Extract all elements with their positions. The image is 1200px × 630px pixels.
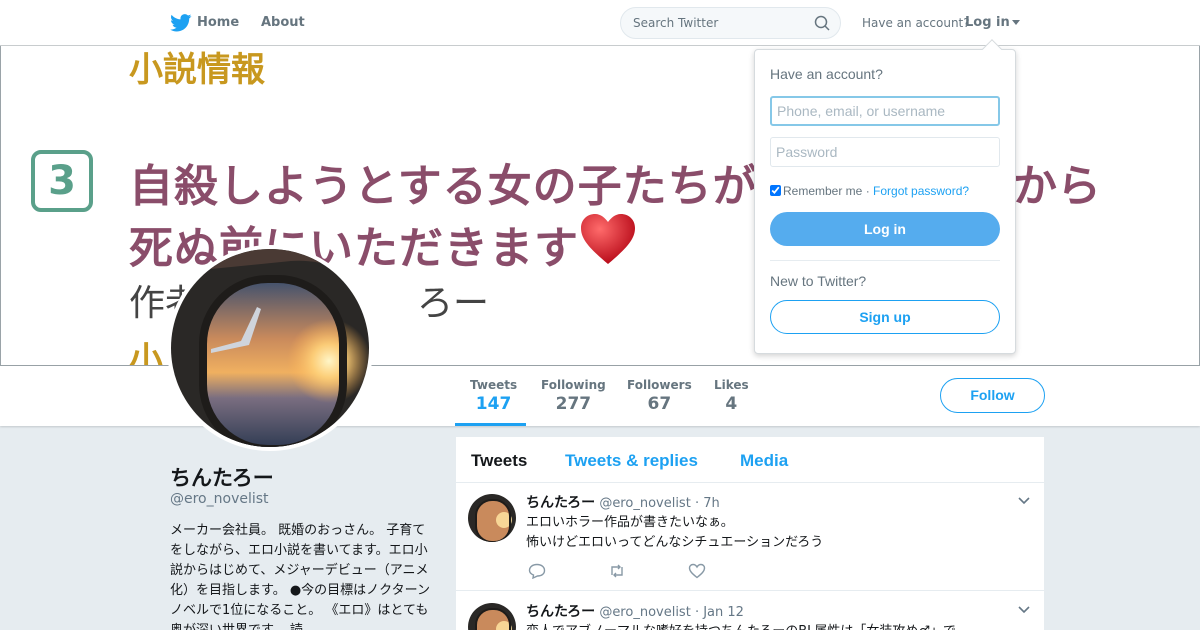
tweet-timestamp[interactable]: · 7h [695, 496, 720, 511]
remember-separator: · [862, 184, 874, 198]
caret-down-icon [1011, 20, 1020, 25]
avatar-image [171, 249, 371, 453]
stat-likes-label: Likes [714, 378, 749, 392]
stat-following-value: 277 [555, 394, 592, 414]
active-stat-underline [455, 423, 526, 426]
profile-bio: メーカー会社員。 既婚のおっさん。 子育てをしながら、エロ小説を書いてます。エロ… [170, 523, 431, 630]
tweet-header: ちんたろー @ero_novelist · Jan 12 [526, 601, 744, 621]
nav-home-link[interactable]: Home [197, 15, 239, 30]
login-dropdown-toggle[interactable]: Log in [965, 15, 1020, 30]
tweet-timestamp[interactable]: · Jan 12 [695, 605, 744, 620]
card-divider [770, 260, 1000, 261]
stat-tweets-value: 147 [475, 394, 512, 414]
password-field[interactable] [770, 137, 1000, 167]
banner-bottom-text: 小 [129, 340, 163, 366]
tweet-avatar[interactable] [468, 603, 516, 630]
nav-about-link[interactable]: About [261, 15, 305, 30]
remember-row: Remember me · Forgot password? [770, 184, 969, 198]
tweet-author-handle[interactable]: @ero_novelist [599, 496, 691, 511]
tweet-avatar[interactable] [468, 494, 516, 542]
tweet-text: 変人でアブノーマルな嗜好を持つちんたろーのBL属性は「女装攻め♂」で [526, 622, 1026, 630]
stat-following[interactable]: Following 277 [541, 378, 606, 414]
tweet-text: エロいホラー作品が書きたいなぁ。 怖いけどエロいってどんなシチュエーションだろう [526, 515, 824, 550]
search-box[interactable]: Search Twitter [620, 7, 841, 39]
stat-likes-value: 4 [725, 394, 738, 414]
login-card-title: Have an account? [770, 66, 883, 82]
tweet-item[interactable]: ちんたろー @ero_novelist · Jan 12 変人でアブノーマルな嗜… [456, 592, 1044, 630]
login-submit-button[interactable]: Log in [770, 212, 1000, 246]
heart-icon [581, 214, 635, 264]
stat-tweets-label: Tweets [470, 378, 518, 392]
profile-handle[interactable]: @ero_novelist [170, 491, 269, 507]
stat-likes[interactable]: Likes 4 [714, 378, 749, 414]
login-dropdown: Have an account? Remember me · Forgot pa… [754, 39, 1016, 354]
chevron-down-icon[interactable] [1018, 497, 1030, 505]
username-field[interactable] [770, 96, 1000, 126]
signup-button[interactable]: Sign up [770, 300, 1000, 334]
stat-followers[interactable]: Followers 67 [627, 378, 692, 414]
have-account-text: Have an account? [862, 16, 970, 30]
chevron-down-icon[interactable] [1018, 606, 1030, 614]
banner-top-text: 小説情報 [129, 50, 265, 90]
tweet-author-name[interactable]: ちんたろー [526, 495, 595, 511]
retweet-icon[interactable] [608, 563, 626, 579]
reply-icon[interactable] [528, 563, 546, 579]
banner-title-line2: 死ぬ前にいただきます [129, 223, 579, 274]
stat-following-label: Following [541, 378, 606, 392]
tab-tweets-replies[interactable]: Tweets & replies [565, 451, 698, 471]
tweet-item[interactable]: ちんたろー @ero_novelist · 7h エロいホラー作品が書きたいなぁ… [456, 483, 1044, 591]
forgot-password-link[interactable]: Forgot password? [873, 184, 969, 198]
like-icon[interactable] [688, 563, 706, 579]
tweet-author-handle[interactable]: @ero_novelist [599, 605, 691, 620]
stat-followers-value: 67 [647, 394, 672, 414]
stat-followers-label: Followers [627, 378, 692, 392]
profile-avatar[interactable] [167, 245, 373, 453]
top-navigation: Home About Search Twitter Have an accoun… [0, 0, 1200, 46]
remember-label[interactable]: Remember me [783, 184, 862, 198]
profile-name[interactable]: ちんたろー [170, 462, 274, 492]
timeline: Tweets Tweets & replies Media ちんたろー @ero… [456, 437, 1044, 630]
tab-tweets[interactable]: Tweets [471, 451, 527, 471]
stat-tweets[interactable]: Tweets 147 [470, 378, 517, 414]
follow-button[interactable]: Follow [940, 378, 1045, 413]
banner-title-line1: 自殺しようとする女の子たちが [129, 161, 758, 212]
search-icon[interactable] [814, 15, 830, 31]
login-link-label: Log in [965, 15, 1010, 30]
remember-checkbox[interactable] [770, 185, 781, 196]
search-input[interactable]: Search Twitter [633, 16, 718, 30]
tweet-header: ちんたろー @ero_novelist · 7h [526, 492, 720, 512]
tab-media[interactable]: Media [740, 451, 788, 471]
new-to-twitter-text: New to Twitter? [770, 273, 867, 289]
timeline-tabs: Tweets Tweets & replies Media [456, 437, 1044, 483]
banner-title-line1-end: から [1013, 161, 1101, 212]
banner-number-badge: 3 [31, 150, 93, 212]
twitter-bird-icon[interactable] [170, 14, 192, 32]
tweet-author-name[interactable]: ちんたろー [526, 604, 595, 620]
